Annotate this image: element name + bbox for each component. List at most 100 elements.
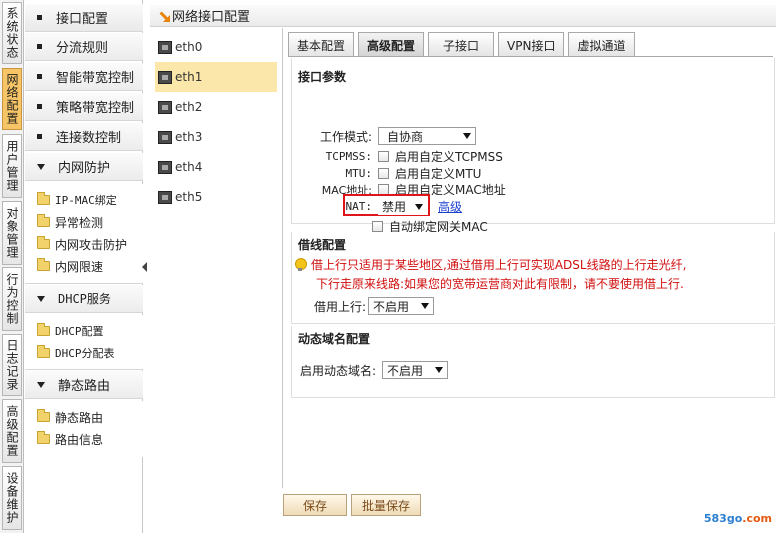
tab-basic-config[interactable]: 基本配置 <box>288 32 355 57</box>
batch-save-button[interactable]: 批量保存 <box>351 494 421 516</box>
folder-icon <box>37 431 50 444</box>
folder-icon <box>37 345 50 358</box>
side-menu: 接口配置 分流规则 智能带宽控制 策略带宽控制 连接数控制 内网防护 IP-MA… <box>25 0 143 533</box>
tab-virtual-channel[interactable]: 虚拟通道 <box>568 32 635 57</box>
ddns-enable-select[interactable]: 不启用 <box>382 361 449 379</box>
expand-down-icon <box>37 381 45 388</box>
submenu-item-label: 内网攻击防护 <box>55 237 128 252</box>
tcpmss-checkbox[interactable] <box>378 151 389 162</box>
interface-label: eth2 <box>175 100 203 114</box>
content-panel: 基本配置 高级配置 子接口 VPN接口 虚拟通道 接口参数 工作模式: 自协商 … <box>282 28 776 488</box>
tab-sub-interface[interactable]: 子接口 <box>428 32 495 57</box>
chevron-down-icon <box>463 133 471 139</box>
menu-group-static-route[interactable]: 静态路由 <box>25 371 143 399</box>
interface-item-eth4[interactable]: eth4 <box>155 152 277 182</box>
menu-item-shunt-rules[interactable]: 分流规则 <box>25 33 143 61</box>
submenu-item-static-route[interactable]: 静态路由 <box>25 406 143 428</box>
menu-group-label: 内网防护 <box>58 161 111 176</box>
folder-icon <box>37 409 50 422</box>
menu-group-label: DHCP服务 <box>58 292 111 306</box>
network-port-icon <box>158 160 172 174</box>
arrow-icon <box>158 10 170 22</box>
bullet-icon <box>37 15 42 20</box>
interface-item-eth3[interactable]: eth3 <box>155 122 277 152</box>
save-button[interactable]: 保存 <box>283 494 347 516</box>
chevron-down-icon <box>435 367 444 373</box>
page-title-bar: 网络接口配置 <box>150 5 776 27</box>
category-tab-advanced-config[interactable]: 高级配置 <box>2 399 22 463</box>
interface-label: eth4 <box>175 160 203 174</box>
borrow-tip-text-1: 借上行只适用于某些地区,通过借用上行可实现ADSL线路的上行走光纤, <box>311 258 687 272</box>
section-title-interface-params: 接口参数 <box>298 70 347 84</box>
work-mode-select[interactable]: 自协商 <box>378 127 476 145</box>
menu-item-label: 接口配置 <box>56 12 109 27</box>
bullet-icon <box>37 74 42 79</box>
submenu-item-ip-mac-binding[interactable]: IP-MAC绑定 <box>25 189 143 211</box>
work-mode-value: 自协商 <box>387 129 424 144</box>
submenu-item-anomaly-detection[interactable]: 异常检测 <box>25 211 143 233</box>
chevron-down-icon <box>421 303 430 309</box>
bullet-icon <box>37 134 42 139</box>
folder-icon <box>37 192 50 205</box>
folder-icon <box>37 258 50 271</box>
submenu-item-dhcp-table[interactable]: DHCP分配表 <box>25 342 143 364</box>
submenu-intranet-protection: IP-MAC绑定 异常检测 内网攻击防护 内网限速 <box>25 184 143 284</box>
menu-item-interface-config[interactable]: 接口配置 <box>25 4 143 32</box>
tab-advanced-config[interactable]: 高级配置 <box>358 32 425 57</box>
network-port-icon <box>158 190 172 204</box>
category-tab-object-management[interactable]: 对象管理 <box>2 201 22 265</box>
mtu-checkbox[interactable] <box>378 168 389 179</box>
menu-group-label: 静态路由 <box>58 379 111 394</box>
category-tab-network-config[interactable]: 网络配置 <box>2 68 22 130</box>
network-port-icon <box>158 40 172 54</box>
menu-item-label: 分流规则 <box>56 41 109 56</box>
submenu-item-dhcp-config[interactable]: DHCP配置 <box>25 320 143 342</box>
expand-down-icon <box>37 163 45 170</box>
watermark-prefix: 583go <box>703 512 743 525</box>
menu-group-dhcp-service[interactable]: DHCP服务 <box>25 285 143 313</box>
menu-group-intranet-protection[interactable]: 内网防护 <box>25 153 143 181</box>
advanced-link[interactable]: 高级 <box>438 198 462 215</box>
expand-down-icon <box>37 295 45 302</box>
category-tab-behavior-control[interactable]: 行为控制 <box>2 267 22 331</box>
network-port-icon <box>158 70 172 84</box>
interface-item-eth2[interactable]: eth2 <box>155 92 277 122</box>
tcpmss-checkbox-label: 启用自定义TCPMSS <box>395 150 503 164</box>
submenu-item-intranet-rate-limit[interactable]: 内网限速 <box>25 255 143 277</box>
menu-item-policy-bandwidth[interactable]: 策略带宽控制 <box>25 93 143 121</box>
interface-item-eth1[interactable]: eth1 <box>155 62 277 92</box>
menu-item-connection-control[interactable]: 连接数控制 <box>25 123 143 151</box>
interface-item-eth0[interactable]: eth0 <box>155 32 277 62</box>
mtu-checkbox-label: 启用自定义MTU <box>395 167 482 181</box>
collapse-sidebar-icon[interactable] <box>142 262 148 272</box>
tab-bar: 基本配置 高级配置 子接口 VPN接口 虚拟通道 <box>288 32 639 57</box>
auto-bind-checkbox[interactable] <box>372 221 383 232</box>
menu-item-smart-bandwidth[interactable]: 智能带宽控制 <box>25 63 143 91</box>
interface-label: eth3 <box>175 130 203 144</box>
tab-divider <box>288 56 773 57</box>
borrow-tip-line-2: 下行走原来线路:如果您的宽带运营商对此有限制，请不要使用借上行. <box>316 275 684 292</box>
menu-item-label: 策略带宽控制 <box>56 101 135 116</box>
category-tab-log-records[interactable]: 日志记录 <box>2 334 22 396</box>
category-tab-user-management[interactable]: 用户管理 <box>2 134 22 198</box>
row-ddns-enable: 启用动态域名: 不启用 <box>300 361 449 379</box>
submenu-item-label: IP-MAC绑定 <box>55 194 117 207</box>
submenu-item-route-info[interactable]: 路由信息 <box>25 428 143 450</box>
row-mtu: MTU: 启用自定义MTU <box>292 165 482 182</box>
borrow-tip-line-1: 借上行只适用于某些地区,通过借用上行可实现ADSL线路的上行走光纤, <box>294 256 686 273</box>
interface-label: eth0 <box>175 40 203 54</box>
category-tab-system-status[interactable]: 系统状态 <box>2 2 22 64</box>
section-interface-params: 接口参数 工作模式: 自协商 TCPMSS: 启用自定义TCPMSS MTU: … <box>291 58 775 234</box>
category-tab-device-maintenance[interactable]: 设备维护 <box>2 466 22 530</box>
borrow-uplink-select[interactable]: 不启用 <box>368 297 435 315</box>
mtu-label: MTU: <box>345 167 373 180</box>
submenu-item-attack-protection[interactable]: 内网攻击防护 <box>25 233 143 255</box>
network-port-icon <box>158 130 172 144</box>
interface-list: eth0 eth1 eth2 eth3 eth4 eth5 <box>155 32 277 212</box>
interface-item-eth5[interactable]: eth5 <box>155 182 277 212</box>
nat-select[interactable]: 禁用 <box>378 198 428 215</box>
lightbulb-icon <box>294 257 307 272</box>
tab-vpn-interface[interactable]: VPN接口 <box>498 32 565 57</box>
ddns-enable-value: 不启用 <box>387 363 424 378</box>
borrow-tip-text-2: 下行走原来线路:如果您的宽带运营商对此有限制，请不要使用借上行. <box>316 277 684 291</box>
